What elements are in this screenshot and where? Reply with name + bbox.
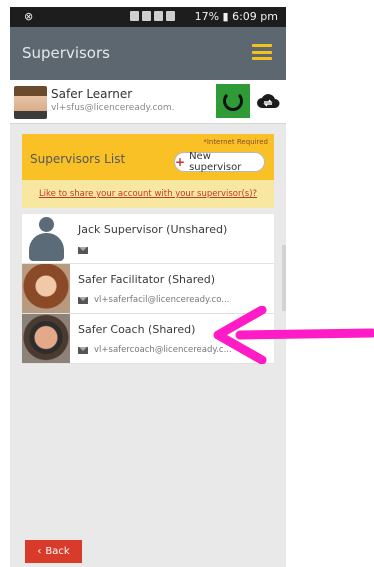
sync-button[interactable] (216, 84, 250, 118)
back-label: Back (45, 546, 70, 557)
supervisor-name: Jack Supervisor (Unshared) (78, 223, 228, 236)
coach-photo (22, 314, 70, 363)
panel-title: Supervisors List (30, 152, 126, 166)
internet-required-note: *Internet Required (203, 138, 268, 146)
learner-name: Safer Learner (51, 87, 133, 101)
learner-avatar (14, 86, 47, 119)
battery-icon: ▮ (222, 10, 229, 23)
supervisor-email-row: vl+saferfacil@licenceready.co... (78, 294, 229, 306)
phone-screen: ⊗ 17% ▮ 6:09 pm Supervisors Safer Learne… (10, 7, 286, 567)
supervisors-panel-header: Supervisors List *Internet Required + Ne… (22, 134, 274, 180)
status-icons (130, 11, 190, 23)
share-bar: Like to share your account with your sup… (22, 180, 274, 208)
cloud-sync-icon[interactable] (256, 92, 280, 110)
share-account-link[interactable]: Like to share your account with your sup… (22, 189, 274, 199)
sync-spinner-icon (223, 91, 243, 111)
new-supervisor-label: New supervisor (189, 151, 242, 173)
back-button[interactable]: ‹ Back (25, 540, 82, 563)
clock: 6:09 pm (232, 10, 278, 23)
supervisor-email-row (78, 244, 94, 256)
chevron-left-icon: ‹ (37, 546, 42, 557)
mail-icon (78, 346, 88, 354)
supervisor-name: Safer Facilitator (Shared) (78, 273, 216, 286)
plus-icon: + (175, 155, 186, 169)
sync-status-icon: ⊗ (24, 10, 34, 23)
generic-user-icon (22, 214, 70, 263)
user-bar: Safer Learner vl+sfus@licenceready.com. (10, 80, 286, 124)
side-scroll-tab[interactable] (282, 245, 286, 311)
status-bar: ⊗ 17% ▮ 6:09 pm (10, 7, 286, 27)
page-title: Supervisors (22, 44, 110, 62)
supervisor-email-row: vl+safercoach@licenceready.c... (78, 344, 232, 356)
mail-icon (78, 296, 88, 304)
hamburger-icon[interactable] (252, 44, 272, 60)
supervisor-name: Safer Coach (Shared) (78, 323, 196, 336)
annotation-arrow-icon (213, 306, 374, 364)
new-supervisor-button[interactable]: + New supervisor (174, 151, 265, 173)
mail-icon (78, 246, 88, 254)
battery-level: 17% (194, 10, 220, 23)
app-bar: Supervisors (10, 27, 286, 80)
status-right: 17% ▮ 6:09 pm (195, 10, 278, 23)
supervisor-row-jack[interactable]: Jack Supervisor (Unshared) (22, 214, 274, 264)
learner-email: vl+sfus@licenceready.com. (51, 103, 175, 113)
facilitator-photo (22, 264, 70, 313)
supervisor-email: vl+saferfacil@licenceready.co... (94, 295, 230, 305)
